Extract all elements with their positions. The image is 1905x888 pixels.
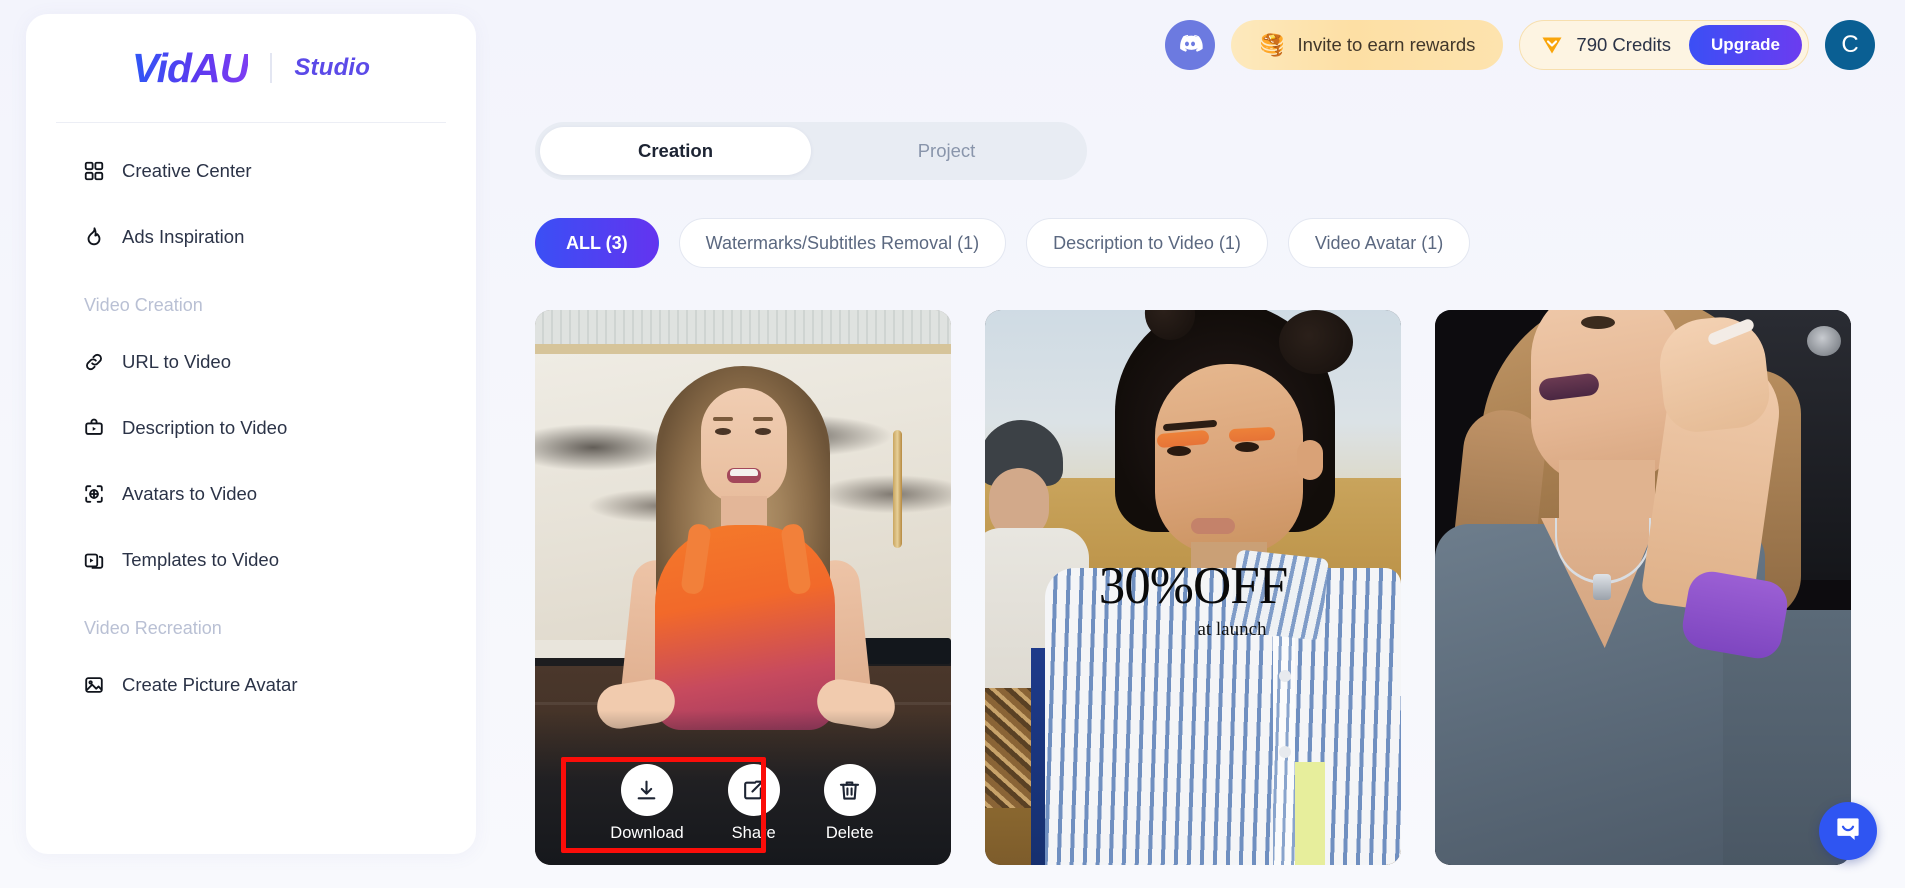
brand-logo: VidAU [131,44,249,91]
nav-gap [26,281,476,285]
main-content: Creation Project ALL (3) Watermarks/Subt… [535,0,1905,888]
video-box-icon [82,416,106,440]
sidebar-item-label: Description to Video [122,417,288,438]
sidebar-item-ads-inspiration[interactable]: Ads Inspiration [48,215,454,259]
card-action-bar: Download Share Delete [535,764,951,843]
sidebar-item-label: URL to Video [122,351,232,372]
filter-chip-watermarks-subtitles-removal[interactable]: Watermarks/Subtitles Removal (1) [678,218,1007,268]
link-icon [82,350,106,374]
filter-chip-video-avatar[interactable]: Video Avatar (1) [1287,218,1471,268]
tab-creation[interactable]: Creation [540,127,811,175]
tab-group: Creation Project [535,122,1087,180]
templates-icon [82,548,106,572]
trash-icon [823,764,876,816]
brand-separator [270,53,273,83]
sidebar-item-label: Templates to Video [122,549,280,570]
flame-icon [82,225,106,249]
sidebar-item-creative-center[interactable]: Creative Center [48,149,454,193]
app-root: VidAU Studio Creative Center Ads Inspira… [0,0,1905,888]
nav-gap [26,604,476,608]
sidebar-item-label: Creative Center [122,160,252,181]
chat-widget-button[interactable] [1819,802,1877,860]
sidebar: VidAU Studio Creative Center Ads Inspira… [26,14,476,854]
sidebar-section-video-creation: Video Creation [84,295,203,315]
action-label: Download [610,824,684,842]
sidebar-item-label: Ads Inspiration [122,226,245,247]
download-icon [620,764,673,816]
card-thumbnail [1435,310,1851,865]
download-button[interactable]: Download [610,764,684,843]
sidebar-item-label: Create Picture Avatar [122,674,298,695]
chat-bubble-icon [1833,814,1863,849]
brand: VidAU Studio [26,14,476,122]
filter-chip-description-to-video[interactable]: Description to Video (1) [1026,218,1268,268]
sidebar-item-avatars-to-video[interactable]: Avatars to Video [48,472,454,516]
filter-chip-all[interactable]: ALL (3) [535,218,659,268]
sidebar-item-templates-to-video[interactable]: Templates to Video [48,538,454,582]
share-icon [727,764,780,816]
share-button[interactable]: Share [727,764,780,843]
action-label: Delete [825,824,874,842]
action-label: Share [731,824,776,842]
creation-card[interactable]: Download Share Delete [535,310,951,865]
sidebar-item-create-picture-avatar[interactable]: Create Picture Avatar [48,663,454,707]
sidebar-item-label: Avatars to Video [122,483,258,504]
sidebar-item-description-to-video[interactable]: Description to Video [48,406,454,450]
delete-button[interactable]: Delete [823,764,876,843]
creation-card[interactable]: 30%OFF at launch [985,310,1401,865]
grid-icon [82,159,106,183]
creation-card-grid: Download Share Delete 30%OFF at launch [535,310,1851,865]
sidebar-nav: Creative Center Ads Inspiration Video Cr… [26,123,476,707]
filter-chip-group: ALL (3) Watermarks/Subtitles Removal (1)… [535,218,1471,268]
creation-card[interactable] [1435,310,1851,865]
sidebar-item-url-to-video[interactable]: URL to Video [48,340,454,384]
image-icon [82,673,106,697]
sidebar-section-video-recreation: Video Recreation [84,618,222,638]
tab-project[interactable]: Project [811,127,1082,175]
brand-studio-label: Studio [294,54,371,81]
avatar-target-icon [82,482,106,506]
card-thumbnail: 30%OFF at launch [985,310,1401,865]
